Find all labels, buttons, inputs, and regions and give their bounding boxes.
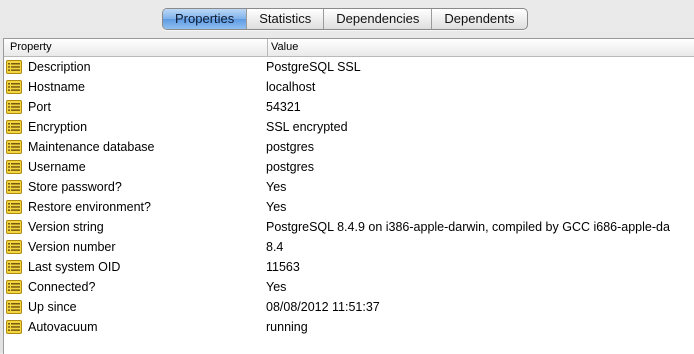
property-value: localhost — [266, 80, 316, 94]
property-value: running — [266, 320, 308, 334]
property-name: Encryption — [28, 120, 88, 134]
table-row[interactable]: Autovacuum running — [4, 317, 694, 337]
property-value: Yes — [266, 200, 287, 214]
property-value: PostgreSQL 8.4.9 on i386-apple-darwin, c… — [266, 220, 670, 234]
property-name: Version string — [28, 220, 104, 234]
property-name: Restore environment? — [28, 200, 151, 214]
property-list-icon — [6, 200, 22, 214]
table-row[interactable]: Store password? Yes — [4, 177, 694, 197]
property-name: Maintenance database — [28, 140, 155, 154]
tab-dependencies[interactable]: Dependencies — [323, 9, 431, 29]
table-row[interactable]: Encryption SSL encrypted — [4, 117, 694, 137]
property-value: 54321 — [266, 100, 301, 114]
property-name: Last system OID — [28, 260, 121, 274]
property-name: Hostname — [28, 80, 85, 94]
property-name: Connected? — [28, 280, 96, 294]
property-value: 11563 — [266, 260, 300, 274]
tab-bar: Properties Statistics Dependencies Depen… — [162, 8, 528, 30]
property-list-icon — [6, 160, 22, 174]
property-list-icon — [6, 220, 22, 234]
table-body: Description PostgreSQL SSL Hostname localho… — [4, 57, 694, 337]
table-row[interactable]: Version number 8.4 — [4, 237, 694, 257]
table-row[interactable]: Port 54321 — [4, 97, 694, 117]
property-value: 8.4 — [266, 240, 284, 254]
property-value: SSL encrypted — [266, 120, 348, 134]
table-row[interactable]: Username postgres — [4, 157, 694, 177]
property-value: PostgreSQL SSL — [266, 60, 361, 74]
property-value: Yes — [266, 180, 287, 194]
property-name: Up since — [28, 300, 77, 314]
property-name: Description — [28, 60, 91, 74]
tab-dependents[interactable]: Dependents — [431, 9, 526, 29]
property-list-icon — [6, 260, 22, 274]
property-list-icon — [6, 280, 22, 294]
property-value: postgres — [266, 140, 314, 154]
property-list-icon — [6, 300, 22, 314]
property-list-icon — [6, 140, 22, 154]
property-name: Port — [28, 100, 51, 114]
property-list-icon — [6, 80, 22, 94]
column-resize-handle[interactable] — [267, 39, 268, 56]
column-header-property[interactable]: Property — [10, 39, 52, 56]
property-name: Autovacuum — [28, 320, 98, 334]
table-row[interactable]: Last system OID 11563 — [4, 257, 694, 277]
property-name: Version number — [28, 240, 116, 254]
property-name: Username — [28, 160, 86, 174]
property-list-icon — [6, 100, 22, 114]
property-list-icon — [6, 60, 22, 74]
property-name: Store password? — [28, 180, 122, 194]
property-value: Yes — [266, 280, 287, 294]
table-row[interactable]: Hostname localhost — [4, 77, 694, 97]
properties-panel: Property Value Description PostgreSQL SSL… — [3, 38, 694, 354]
property-list-icon — [6, 180, 22, 194]
table-row[interactable]: Connected? Yes — [4, 277, 694, 297]
table-row[interactable]: Restore environment? Yes — [4, 197, 694, 217]
table-row[interactable]: Maintenance database postgres — [4, 137, 694, 157]
property-value: postgres — [266, 160, 314, 174]
column-header-value[interactable]: Value — [271, 39, 298, 56]
property-list-icon — [6, 320, 22, 334]
property-list-icon — [6, 120, 22, 134]
tab-properties[interactable]: Properties — [163, 9, 247, 29]
table-row[interactable]: Version string PostgreSQL 8.4.9 on i386-a… — [4, 217, 694, 237]
property-value: 08/08/2012 11:51:37 — [266, 300, 380, 314]
table-row[interactable]: Up since 08/08/2012 11:51:37 — [4, 297, 694, 317]
table-header: Property Value — [4, 39, 694, 57]
tab-statistics[interactable]: Statistics — [246, 9, 323, 29]
property-list-icon — [6, 240, 22, 254]
table-row[interactable]: Description PostgreSQL SSL — [4, 57, 694, 77]
